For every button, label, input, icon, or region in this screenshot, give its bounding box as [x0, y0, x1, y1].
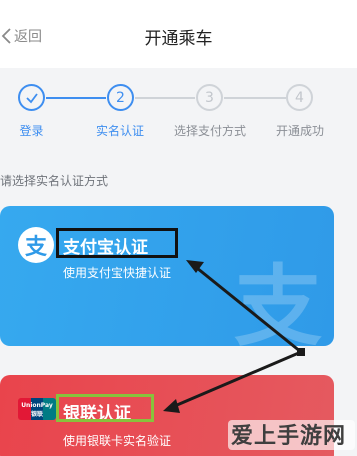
arrow-head-icon [163, 399, 180, 413]
annotation-arrows [163, 260, 305, 413]
brand-watermark: 爱上手游网 [231, 424, 347, 449]
